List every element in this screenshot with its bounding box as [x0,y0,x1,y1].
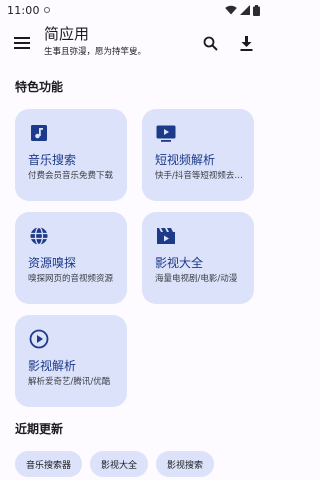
app-subtitle: 生事且弥漫，愿为持竿叟。 [44,47,147,57]
card-description: 海量电视剧/电影/动漫 [155,274,238,284]
battery-icon [253,4,260,16]
card-movie-parse[interactable]: 影视解析 解析爱奇艺/腾讯/优酷 [15,315,127,407]
recent-heading: 近期更新 [15,422,64,436]
card-description: 解析爱奇艺/腾讯/优酷 [28,377,111,387]
card-description: 嗅探网页的音视频资源 [28,274,114,284]
card-title: 影视解析 [28,359,77,373]
top-app-bar: 简应用 生事且弥漫，愿为持竿叟。 [0,20,270,66]
hamburger-menu-icon [14,37,30,49]
status-time: 11:00 [7,3,40,17]
notification-dot-icon [43,7,50,13]
signal-icon [240,5,250,15]
search-button[interactable] [198,31,222,55]
download-icon [240,35,252,51]
card-title: 资源嗅探 [28,256,77,270]
recent-chip-list: 音乐搜索器 影视大全 影视搜索 [15,451,215,477]
card-music-search[interactable]: 音乐搜索 付费会员音乐免费下载 [15,109,127,201]
features-heading: 特色功能 [15,80,64,94]
card-movie-collection[interactable]: 影视大全 海量电视剧/电影/动漫 [142,212,254,304]
wifi-icon [225,5,237,15]
chip-movie-collection[interactable]: 影视大全 [90,451,149,477]
card-short-video-parse[interactable]: 短视频解析 快手/抖音等短视频去水印 [142,109,254,201]
play-circle-icon [29,329,49,349]
card-description: 付费会员音乐免费下载 [28,171,114,181]
title-block: 简应用 生事且弥漫，愿为持竿叟。 [44,24,146,59]
status-bar: 11:00 [0,0,270,20]
movie-clapper-icon [157,228,175,244]
card-title: 短视频解析 [155,153,216,167]
tv-play-icon [156,125,176,142]
music-note-icon [31,125,47,141]
card-title: 音乐搜索 [28,153,77,167]
status-icons [225,4,260,16]
chip-movie-search[interactable]: 影视搜索 [156,451,215,477]
app-title: 简应用 [44,25,90,43]
menu-button[interactable] [10,31,34,55]
card-resource-sniff[interactable]: 资源嗅探 嗅探网页的音视频资源 [15,212,127,304]
search-icon [203,36,218,51]
card-title: 影视大全 [155,256,204,270]
card-description: 快手/抖音等短视频去水印 [155,171,245,181]
chip-music-searcher[interactable]: 音乐搜索器 [15,451,83,477]
globe-icon [30,226,48,246]
download-button[interactable] [234,31,258,55]
